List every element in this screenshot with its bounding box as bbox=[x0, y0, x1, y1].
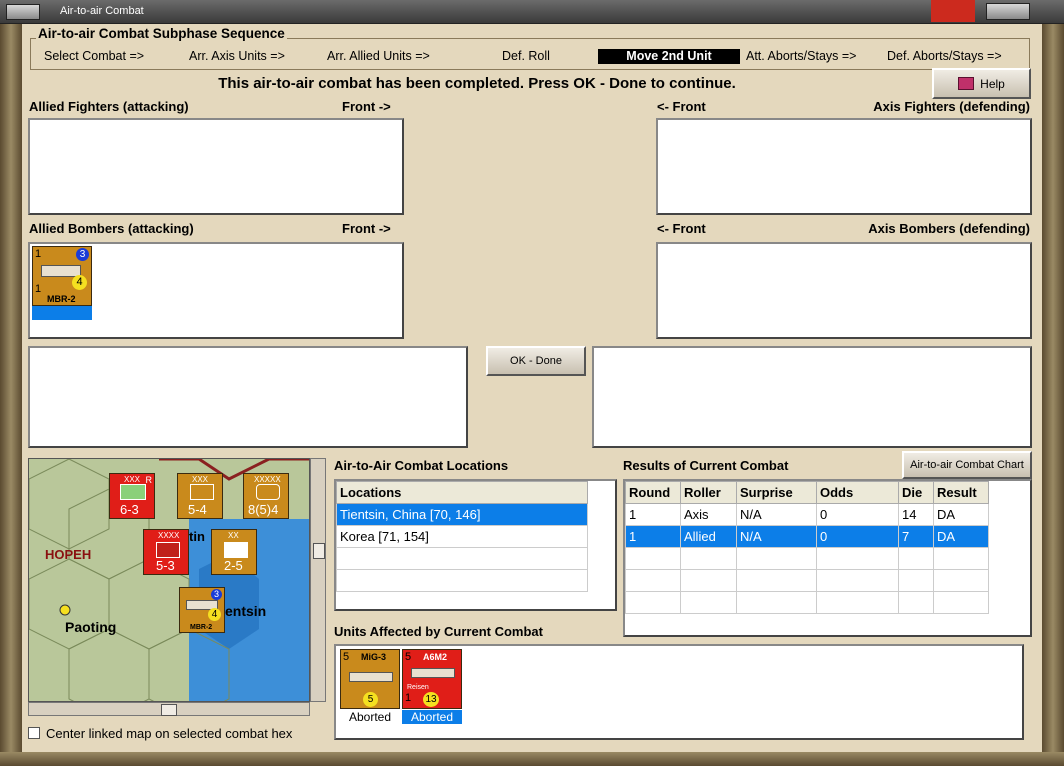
step-select-combat: Select Combat => bbox=[44, 49, 145, 63]
window-frame-right bbox=[1042, 24, 1064, 766]
axis-info-panel bbox=[592, 346, 1032, 448]
axis-fighters-panel[interactable] bbox=[656, 118, 1032, 215]
step-move-2nd-unit: Move 2nd Unit bbox=[598, 49, 740, 64]
a6m2-status: Aborted bbox=[402, 710, 462, 724]
infantry-symbol-icon bbox=[190, 484, 214, 500]
axis-fighters-front: <- Front bbox=[657, 99, 706, 114]
counter-top-left: 1 bbox=[35, 248, 42, 260]
locations-list[interactable]: Locations Tientsin, China [70, 146] Kore… bbox=[334, 479, 617, 611]
axis-bombers-front: <- Front bbox=[657, 221, 706, 236]
locations-header: Locations bbox=[336, 481, 588, 504]
col-surprise: Surprise bbox=[736, 481, 817, 504]
axis-fighters-label: Axis Fighters (defending) bbox=[873, 99, 1030, 114]
mbr2-counter[interactable]: 1 3 4 1 MBR-2 bbox=[32, 246, 92, 306]
allied-fighters-label: Allied Fighters (attacking) bbox=[29, 99, 189, 114]
allied-fighters-panel[interactable] bbox=[28, 118, 404, 215]
status-message: This air-to-air combat has been complete… bbox=[218, 75, 736, 92]
ok-done-label: OK - Done bbox=[510, 355, 562, 367]
chart-button-label: Air-to-air Combat Chart bbox=[910, 459, 1024, 471]
map-vertical-scrollbar[interactable] bbox=[310, 458, 326, 702]
map-unit-1[interactable]: XXX R 6-3 bbox=[109, 473, 155, 519]
location-row-empty bbox=[336, 547, 588, 570]
infantry-symbol-icon bbox=[120, 484, 146, 500]
map-unit-2[interactable]: XXX 5-4 bbox=[177, 473, 223, 519]
map-region-label: HOPEH bbox=[45, 547, 92, 562]
location-row-empty bbox=[336, 569, 588, 592]
location-row[interactable]: Tientsin, China [70, 146] bbox=[336, 503, 588, 526]
map-unit-4[interactable]: XXXX 5-3 bbox=[143, 529, 189, 575]
mech-symbol-icon bbox=[156, 542, 180, 558]
selection-bar bbox=[32, 306, 92, 320]
axis-bombers-label: Axis Bombers (defending) bbox=[868, 221, 1030, 236]
result-row[interactable]: 1 Allied N/A 0 7 DA bbox=[625, 525, 989, 548]
result-row-empty bbox=[625, 591, 989, 614]
allied-bombers-label: Allied Bombers (attacking) bbox=[29, 221, 194, 236]
step-arr-axis: Arr. Axis Units => bbox=[189, 49, 285, 63]
center-map-checkbox[interactable] bbox=[28, 727, 40, 739]
maximize-button[interactable] bbox=[986, 3, 1030, 20]
system-menu-icon[interactable] bbox=[6, 4, 40, 20]
title-flag-icon bbox=[931, 0, 975, 22]
window-frame-bottom bbox=[0, 752, 1064, 766]
help-book-icon bbox=[958, 77, 975, 90]
allied-fighters-front: Front -> bbox=[342, 99, 391, 114]
axis-bombers-panel[interactable] bbox=[656, 242, 1032, 339]
map-city-partial: tin bbox=[189, 529, 205, 544]
col-result: Result bbox=[933, 481, 989, 504]
col-round: Round bbox=[625, 481, 681, 504]
fighter-plane-icon bbox=[411, 668, 455, 678]
step-def-aborts: Def. Aborts/Stays => bbox=[887, 49, 1002, 63]
result-row[interactable]: 1 Axis N/A 0 14 DA bbox=[625, 503, 989, 526]
counter-bottom-left: 1 bbox=[35, 283, 42, 295]
locations-title: Air-to-Air Combat Locations bbox=[334, 458, 509, 473]
allied-info-panel bbox=[28, 346, 468, 448]
help-label: Help bbox=[980, 76, 1005, 91]
results-title: Results of Current Combat bbox=[623, 458, 789, 473]
window-title: Air-to-air Combat bbox=[60, 5, 144, 17]
step-att-aborts: Att. Aborts/Stays => bbox=[746, 49, 857, 63]
result-row-empty bbox=[625, 569, 989, 592]
subphase-title: Air-to-air Combat Subphase Sequence bbox=[36, 26, 287, 41]
map-vscroll-thumb[interactable] bbox=[313, 543, 325, 559]
map-unit-5[interactable]: XX 2-5 bbox=[211, 529, 257, 575]
map-unit-mbr2[interactable]: 3 4 MBR-2 bbox=[179, 587, 225, 633]
counter-range: 3 bbox=[76, 248, 89, 261]
window-frame-left bbox=[0, 24, 22, 766]
title-bar bbox=[0, 0, 1064, 24]
armor-symbol-icon bbox=[256, 484, 280, 500]
linked-map[interactable]: HOPEH Paoting entsin tin XXX R 6-3 XXX 5… bbox=[28, 458, 310, 702]
map-unit-3[interactable]: XXXXX 8(5)4 bbox=[243, 473, 289, 519]
allied-bombers-front: Front -> bbox=[342, 221, 391, 236]
units-affected-panel: 5 MiG-3 5 Aborted 5 A6M2 Reisen 1 13 Abo… bbox=[334, 644, 1024, 740]
step-def-roll: Def. Roll bbox=[502, 49, 550, 63]
air-combat-chart-button[interactable]: Air-to-air Combat Chart bbox=[902, 451, 1032, 479]
results-table: Round Roller Surprise Odds Die Result 1A… bbox=[625, 481, 989, 614]
step-arr-allied: Arr. Allied Units => bbox=[327, 49, 430, 63]
map-hscroll-thumb[interactable] bbox=[161, 704, 177, 716]
map-city-tientsin: entsin bbox=[225, 603, 267, 619]
mig3-counter[interactable]: 5 MiG-3 5 bbox=[340, 649, 400, 709]
map-city-paoting: Paoting bbox=[65, 619, 117, 635]
result-row-empty bbox=[625, 547, 989, 570]
mig3-status: Aborted bbox=[348, 710, 392, 724]
units-affected-title: Units Affected by Current Combat bbox=[334, 624, 543, 639]
a6m2-counter[interactable]: 5 A6M2 Reisen 1 13 bbox=[402, 649, 462, 709]
counter-strength: 4 bbox=[72, 275, 87, 290]
center-map-label: Center linked map on selected combat hex bbox=[46, 726, 293, 741]
fighter-plane-icon bbox=[349, 672, 393, 682]
counter-name: MBR-2 bbox=[47, 294, 76, 304]
map-horizontal-scrollbar[interactable] bbox=[28, 702, 310, 716]
col-roller: Roller bbox=[680, 481, 737, 504]
infantry-symbol-icon bbox=[224, 542, 248, 558]
allied-bombers-panel[interactable]: 1 3 4 1 MBR-2 bbox=[28, 242, 404, 339]
col-die: Die bbox=[898, 481, 934, 504]
help-button[interactable]: Help bbox=[932, 68, 1031, 99]
location-row[interactable]: Korea [71, 154] bbox=[336, 525, 588, 548]
locations-table: Locations Tientsin, China [70, 146] Kore… bbox=[336, 481, 588, 592]
results-panel: Round Roller Surprise Odds Die Result 1A… bbox=[623, 479, 1032, 637]
ok-done-button[interactable]: OK - Done bbox=[486, 346, 586, 376]
col-odds: Odds bbox=[816, 481, 899, 504]
